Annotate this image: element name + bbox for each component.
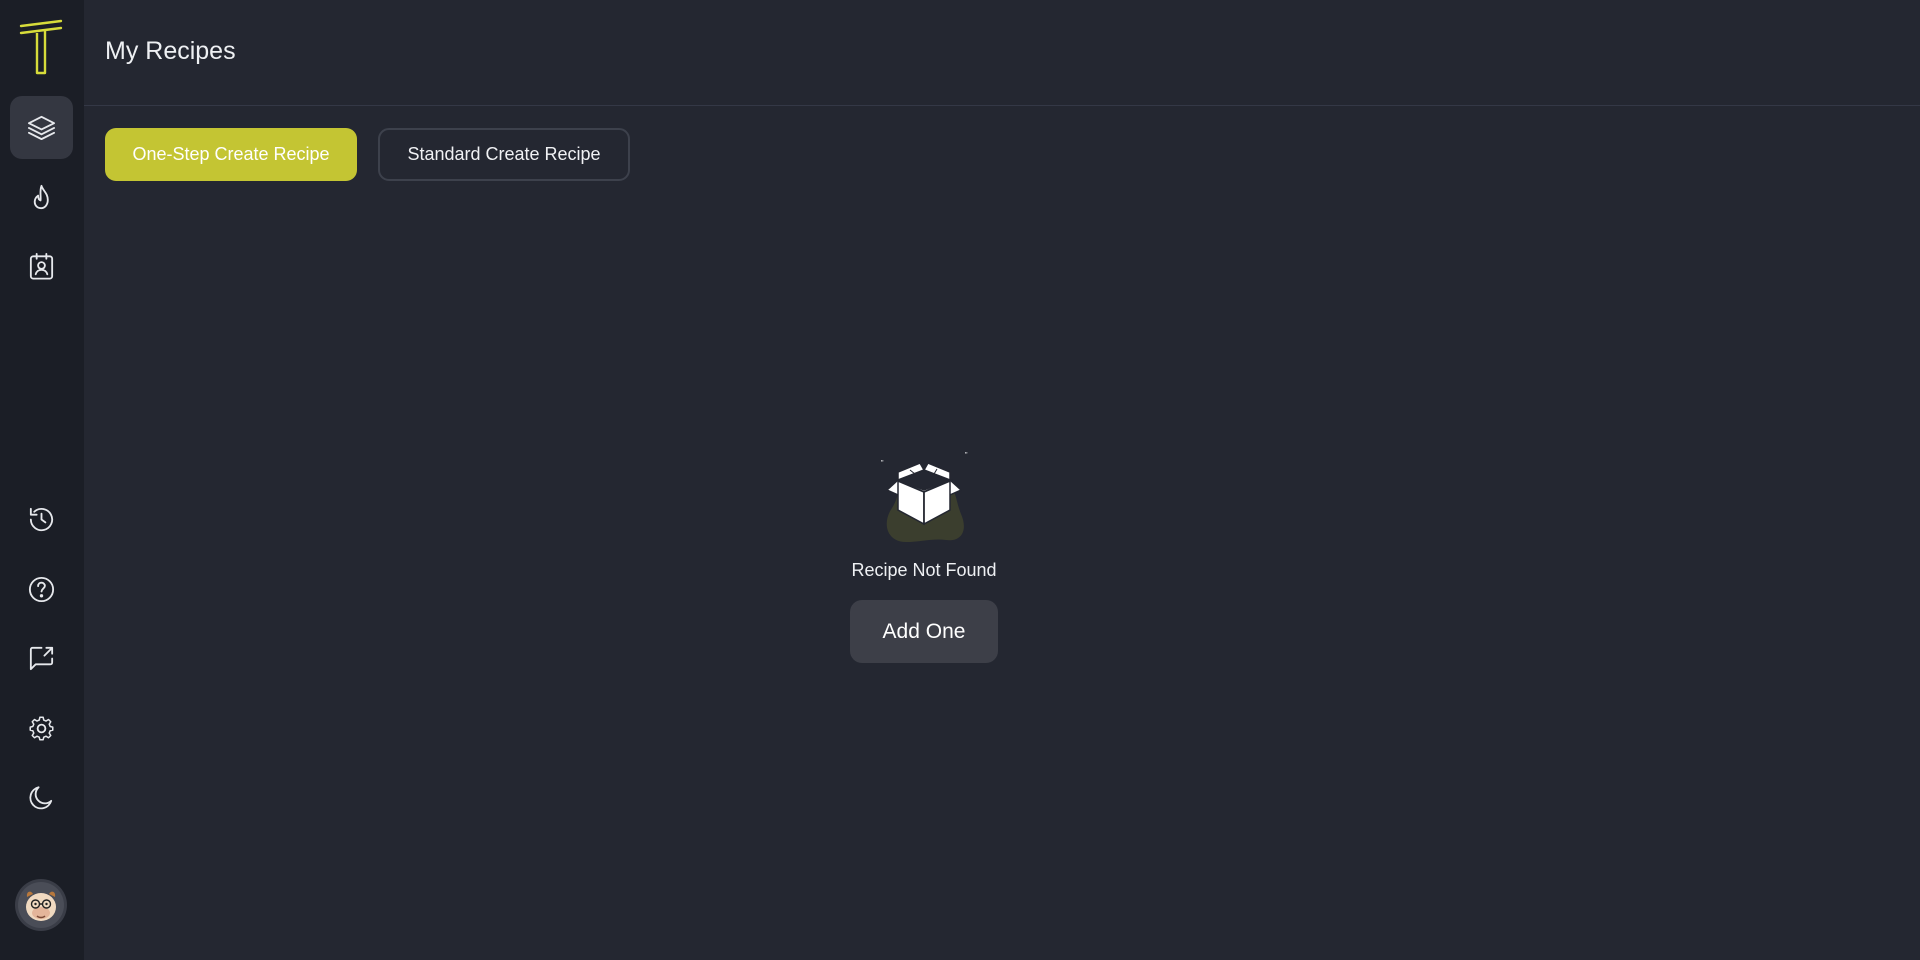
gear-icon	[29, 716, 54, 741]
svg-text:": "	[965, 452, 968, 459]
sidebar-item-history[interactable]	[10, 488, 73, 551]
help-icon	[28, 576, 55, 603]
sidebar-item-recipes[interactable]	[10, 96, 73, 159]
sidebar-item-help[interactable]	[10, 558, 73, 621]
sidebar	[0, 0, 84, 960]
empty-state: " " Recipe Not Found Add One	[764, 450, 1084, 663]
moon-icon	[29, 786, 53, 810]
layers-icon	[27, 115, 56, 141]
sidebar-item-profile[interactable]	[10, 235, 73, 298]
feedback-icon	[29, 646, 54, 671]
page-title: My Recipes	[105, 36, 236, 65]
sidebar-item-theme[interactable]	[10, 766, 73, 829]
svg-text:": "	[881, 460, 884, 467]
user-avatar[interactable]	[15, 879, 67, 931]
page-header: My Recipes	[84, 0, 1920, 106]
main-content: My Recipes One-Step Create Recipe Standa…	[84, 0, 1920, 960]
flame-icon	[33, 184, 49, 210]
add-one-button[interactable]: Add One	[850, 600, 998, 663]
standard-create-button[interactable]: Standard Create Recipe	[378, 128, 630, 181]
history-icon	[29, 507, 54, 532]
open-box-icon: " "	[881, 452, 968, 542]
t-logo-icon[interactable]	[17, 18, 65, 78]
create-actions: One-Step Create Recipe Standard Create R…	[105, 128, 630, 181]
app-window: My Recipes One-Step Create Recipe Standa…	[0, 0, 1920, 960]
sidebar-item-feedback[interactable]	[10, 627, 73, 690]
badge-icon	[29, 252, 54, 280]
one-step-create-button[interactable]: One-Step Create Recipe	[105, 128, 357, 181]
sidebar-item-hot[interactable]	[10, 166, 73, 229]
avatar-icon	[18, 882, 64, 928]
sidebar-item-settings[interactable]	[10, 697, 73, 760]
empty-state-message: Recipe Not Found	[851, 560, 997, 580]
